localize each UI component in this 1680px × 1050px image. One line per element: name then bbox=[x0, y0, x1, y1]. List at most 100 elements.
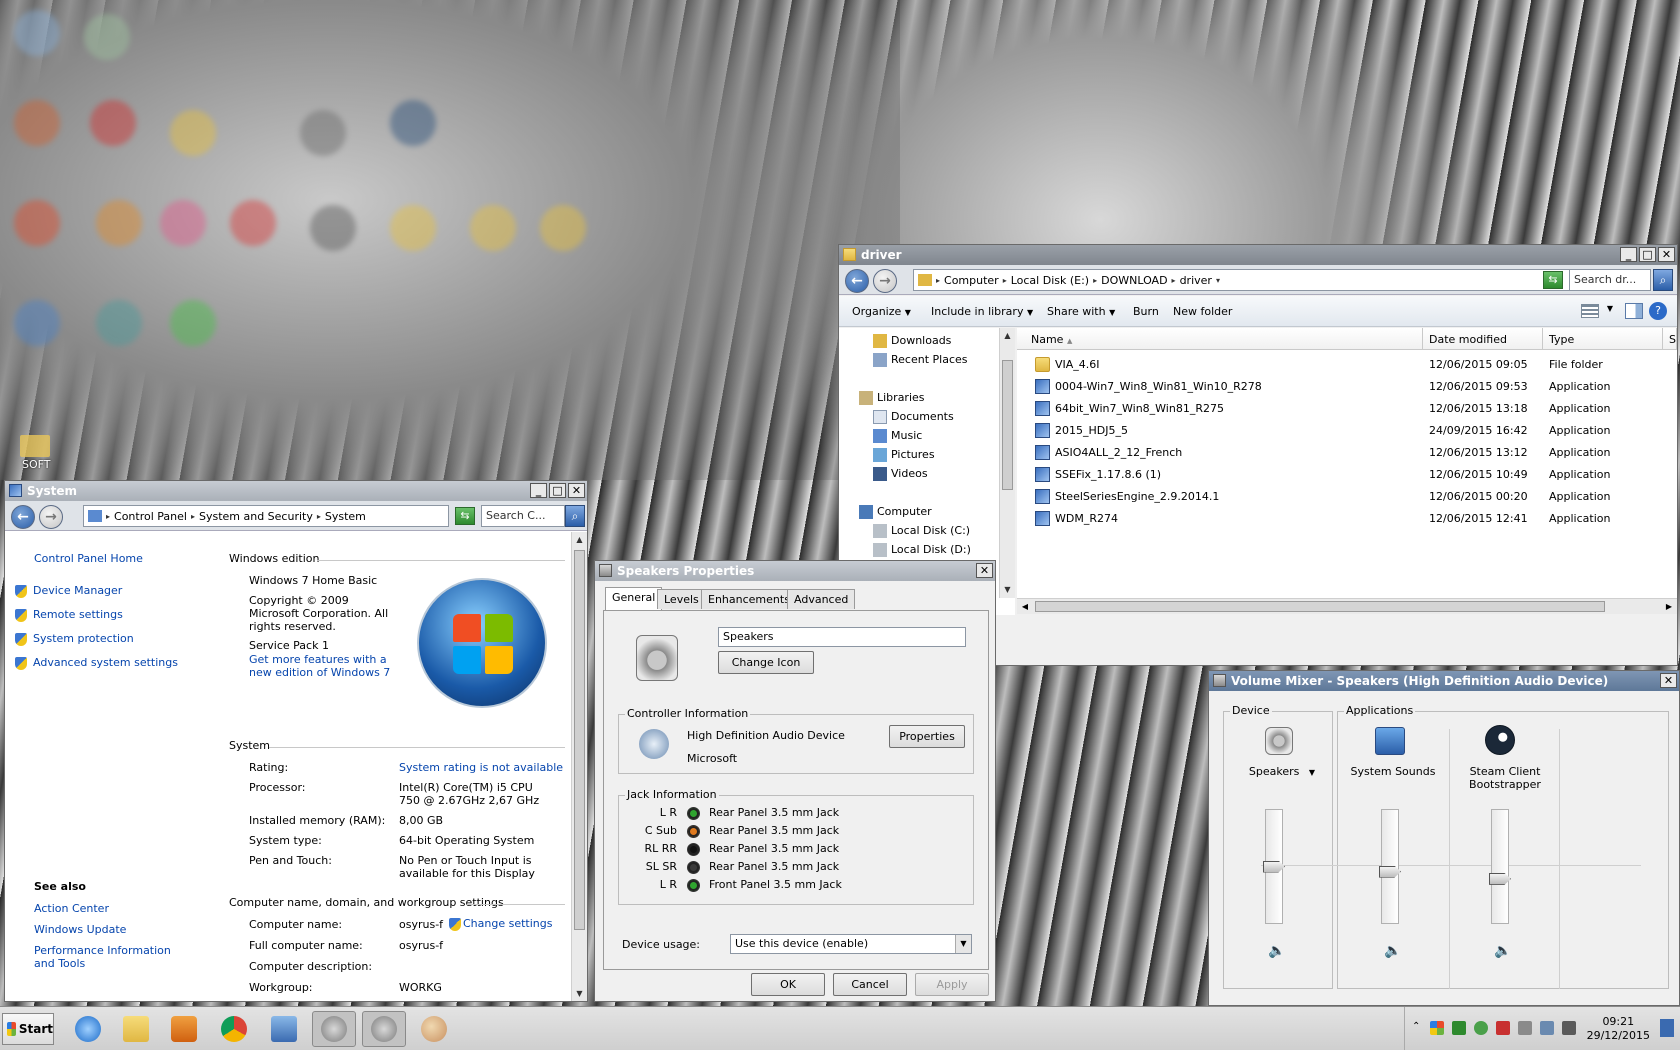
breadcrumb[interactable]: ▸ Control Panel ▸ System and Security ▸ … bbox=[83, 505, 449, 527]
folder-icon[interactable] bbox=[20, 435, 50, 457]
change-settings-link[interactable]: Change settings bbox=[449, 917, 552, 931]
windows-flag-icon[interactable] bbox=[1430, 1021, 1444, 1035]
apply-button[interactable]: Apply bbox=[915, 973, 989, 996]
control-panel-home-link[interactable]: Control Panel Home bbox=[34, 552, 143, 565]
device-usage-select[interactable]: Use this device (enable) ▼ bbox=[730, 934, 972, 954]
nav-item-label[interactable]: Libraries bbox=[877, 391, 925, 404]
green-tray-icon[interactable] bbox=[1452, 1021, 1466, 1035]
file-row[interactable]: SteelSeriesEngine_2.9.2014.1 12/06/2015 0… bbox=[1017, 486, 1677, 508]
performance-information-link[interactable]: Performance Information and Tools bbox=[34, 944, 184, 970]
change-settings-label[interactable]: Change settings bbox=[463, 917, 552, 930]
start-button[interactable]: Start bbox=[2, 1013, 54, 1045]
taskbar-internet-explorer[interactable] bbox=[66, 1011, 110, 1047]
scroll-down-arrow[interactable]: ▼ bbox=[1000, 582, 1015, 598]
mute-button-system-sounds[interactable]: 🔈 bbox=[1384, 943, 1401, 959]
help-icon[interactable]: ? bbox=[1649, 302, 1667, 320]
minimize-button[interactable]: _ bbox=[1620, 247, 1637, 262]
scroll-up-arrow[interactable]: ▲ bbox=[1000, 328, 1015, 344]
mute-button-speakers[interactable]: 🔈 bbox=[1268, 943, 1285, 959]
desktop-icon-label[interactable]: SOFT bbox=[22, 458, 51, 471]
scroll-down-arrow[interactable]: ▼ bbox=[572, 986, 587, 1001]
nav-item-label[interactable]: Local Disk (D:) bbox=[891, 543, 971, 556]
file-row[interactable]: VIA_4.6I 12/06/2015 09:05 File folder bbox=[1017, 354, 1677, 376]
close-button[interactable]: ✕ bbox=[976, 563, 993, 578]
sidebar-item-system-protection[interactable]: System protection bbox=[15, 632, 134, 646]
sidebar-link-label[interactable]: Device Manager bbox=[33, 584, 122, 597]
tab-advanced[interactable]: Advanced bbox=[787, 589, 856, 609]
taskbar-explorer[interactable] bbox=[114, 1011, 158, 1047]
view-options-icon[interactable] bbox=[1581, 304, 1599, 318]
refresh-button[interactable]: ⇆ bbox=[455, 507, 475, 525]
include-in-library-menu[interactable]: Include in library ▼ bbox=[931, 305, 1033, 318]
breadcrumb-item[interactable]: driver bbox=[1180, 274, 1212, 287]
nav-item-label[interactable]: Videos bbox=[891, 467, 928, 480]
maximize-button[interactable]: □ bbox=[549, 483, 566, 498]
chevron-right-icon[interactable]: ▸ bbox=[191, 512, 195, 521]
scroll-up-arrow[interactable]: ▲ bbox=[572, 532, 587, 548]
cancel-button[interactable]: Cancel bbox=[833, 973, 907, 996]
chevron-right-icon[interactable]: ▸ bbox=[936, 276, 940, 285]
back-button[interactable]: ← bbox=[11, 505, 35, 529]
tab-levels[interactable]: Levels bbox=[657, 589, 706, 609]
desktop-icon[interactable] bbox=[170, 300, 216, 346]
close-button[interactable]: ✕ bbox=[1660, 673, 1677, 688]
scrollbar-thumb[interactable] bbox=[574, 550, 585, 930]
chevron-right-icon[interactable]: ▸ bbox=[317, 512, 321, 521]
sidebar-link-label[interactable]: Advanced system settings bbox=[33, 656, 178, 669]
organize-label[interactable]: Organize bbox=[852, 305, 901, 318]
desktop-icon[interactable] bbox=[84, 14, 130, 60]
chevron-down-icon[interactable]: ▼ bbox=[1607, 304, 1613, 313]
network-tray-icon[interactable] bbox=[1474, 1021, 1488, 1035]
more-features-link[interactable]: Get more features with a new edition of … bbox=[249, 653, 404, 679]
tab-enhancements[interactable]: Enhancements bbox=[701, 589, 797, 609]
forward-button[interactable]: → bbox=[39, 505, 63, 529]
desktop-icon[interactable] bbox=[540, 205, 586, 251]
breadcrumb-item[interactable]: Control Panel bbox=[114, 510, 187, 523]
new-folder-button[interactable]: New folder bbox=[1173, 305, 1232, 318]
chevron-right-icon[interactable]: ▸ bbox=[1093, 276, 1097, 285]
clock[interactable]: 09:21 29/12/2015 bbox=[1587, 1015, 1650, 1043]
system-titlebar[interactable]: System _ □ ✕ bbox=[5, 481, 587, 501]
desktop-icon[interactable] bbox=[90, 100, 136, 146]
sidebar-item-advanced-system-settings[interactable]: Advanced system settings bbox=[15, 656, 178, 670]
file-row[interactable]: WDM_R274 12/06/2015 12:41 Application bbox=[1017, 508, 1677, 530]
chevron-right-icon[interactable]: ▸ bbox=[106, 512, 110, 521]
chevron-down-icon[interactable]: ▼ bbox=[1309, 768, 1315, 777]
breadcrumb-item[interactable]: System bbox=[325, 510, 366, 523]
red-tray-icon[interactable] bbox=[1496, 1021, 1510, 1035]
close-button[interactable]: ✕ bbox=[1658, 247, 1675, 262]
rating-value-link[interactable]: System rating is not available bbox=[399, 761, 563, 774]
desktop-icon[interactable] bbox=[390, 205, 436, 251]
desktop-icon[interactable] bbox=[300, 110, 346, 156]
column-header-size[interactable]: S bbox=[1663, 328, 1677, 350]
nav-item-label[interactable]: Music bbox=[891, 429, 922, 442]
desktop-icon[interactable] bbox=[96, 200, 142, 246]
desktop-icon[interactable] bbox=[96, 300, 142, 346]
desktop-icon[interactable] bbox=[14, 100, 60, 146]
search-icon[interactable]: ⌕ bbox=[565, 505, 585, 527]
show-hidden-icons-button[interactable]: ⌃ bbox=[1412, 1021, 1420, 1032]
desktop-icon[interactable] bbox=[160, 200, 206, 246]
desktop-icon[interactable] bbox=[14, 200, 60, 246]
taskbar-media-player[interactable] bbox=[162, 1011, 206, 1047]
scrollbar-thumb[interactable] bbox=[1002, 360, 1013, 490]
chevron-right-icon[interactable]: ▸ bbox=[1172, 276, 1176, 285]
forward-button[interactable]: → bbox=[873, 269, 897, 293]
nav-item-label[interactable]: Recent Places bbox=[891, 353, 968, 366]
file-row[interactable]: ASIO4ALL_2_12_French 12/06/2015 13:12 Appl… bbox=[1017, 442, 1677, 464]
desktop-icon[interactable] bbox=[230, 200, 276, 246]
desktop-icon[interactable] bbox=[14, 10, 60, 56]
desktop-icon[interactable] bbox=[170, 110, 216, 156]
nav-item-label[interactable]: Documents bbox=[891, 410, 954, 423]
column-header-date[interactable]: Date modified bbox=[1423, 328, 1543, 350]
refresh-button[interactable]: ⇆ bbox=[1543, 271, 1563, 289]
chevron-right-icon[interactable]: ▸ bbox=[1003, 276, 1007, 285]
breadcrumb-item[interactable]: System and Security bbox=[199, 510, 313, 523]
channel-label[interactable]: Speakers ▼ bbox=[1237, 765, 1327, 778]
speakers-titlebar[interactable]: Speakers Properties ✕ bbox=[595, 561, 995, 581]
back-button[interactable]: ← bbox=[845, 269, 869, 293]
file-row[interactable]: 64bit_Win7_Win8_Win81_R275 12/06/2015 13:… bbox=[1017, 398, 1677, 420]
properties-button[interactable]: Properties bbox=[889, 725, 965, 748]
file-row[interactable]: 2015_HDJ5_5 24/09/2015 16:42 Application bbox=[1017, 420, 1677, 442]
desktop-icon[interactable] bbox=[310, 205, 356, 251]
